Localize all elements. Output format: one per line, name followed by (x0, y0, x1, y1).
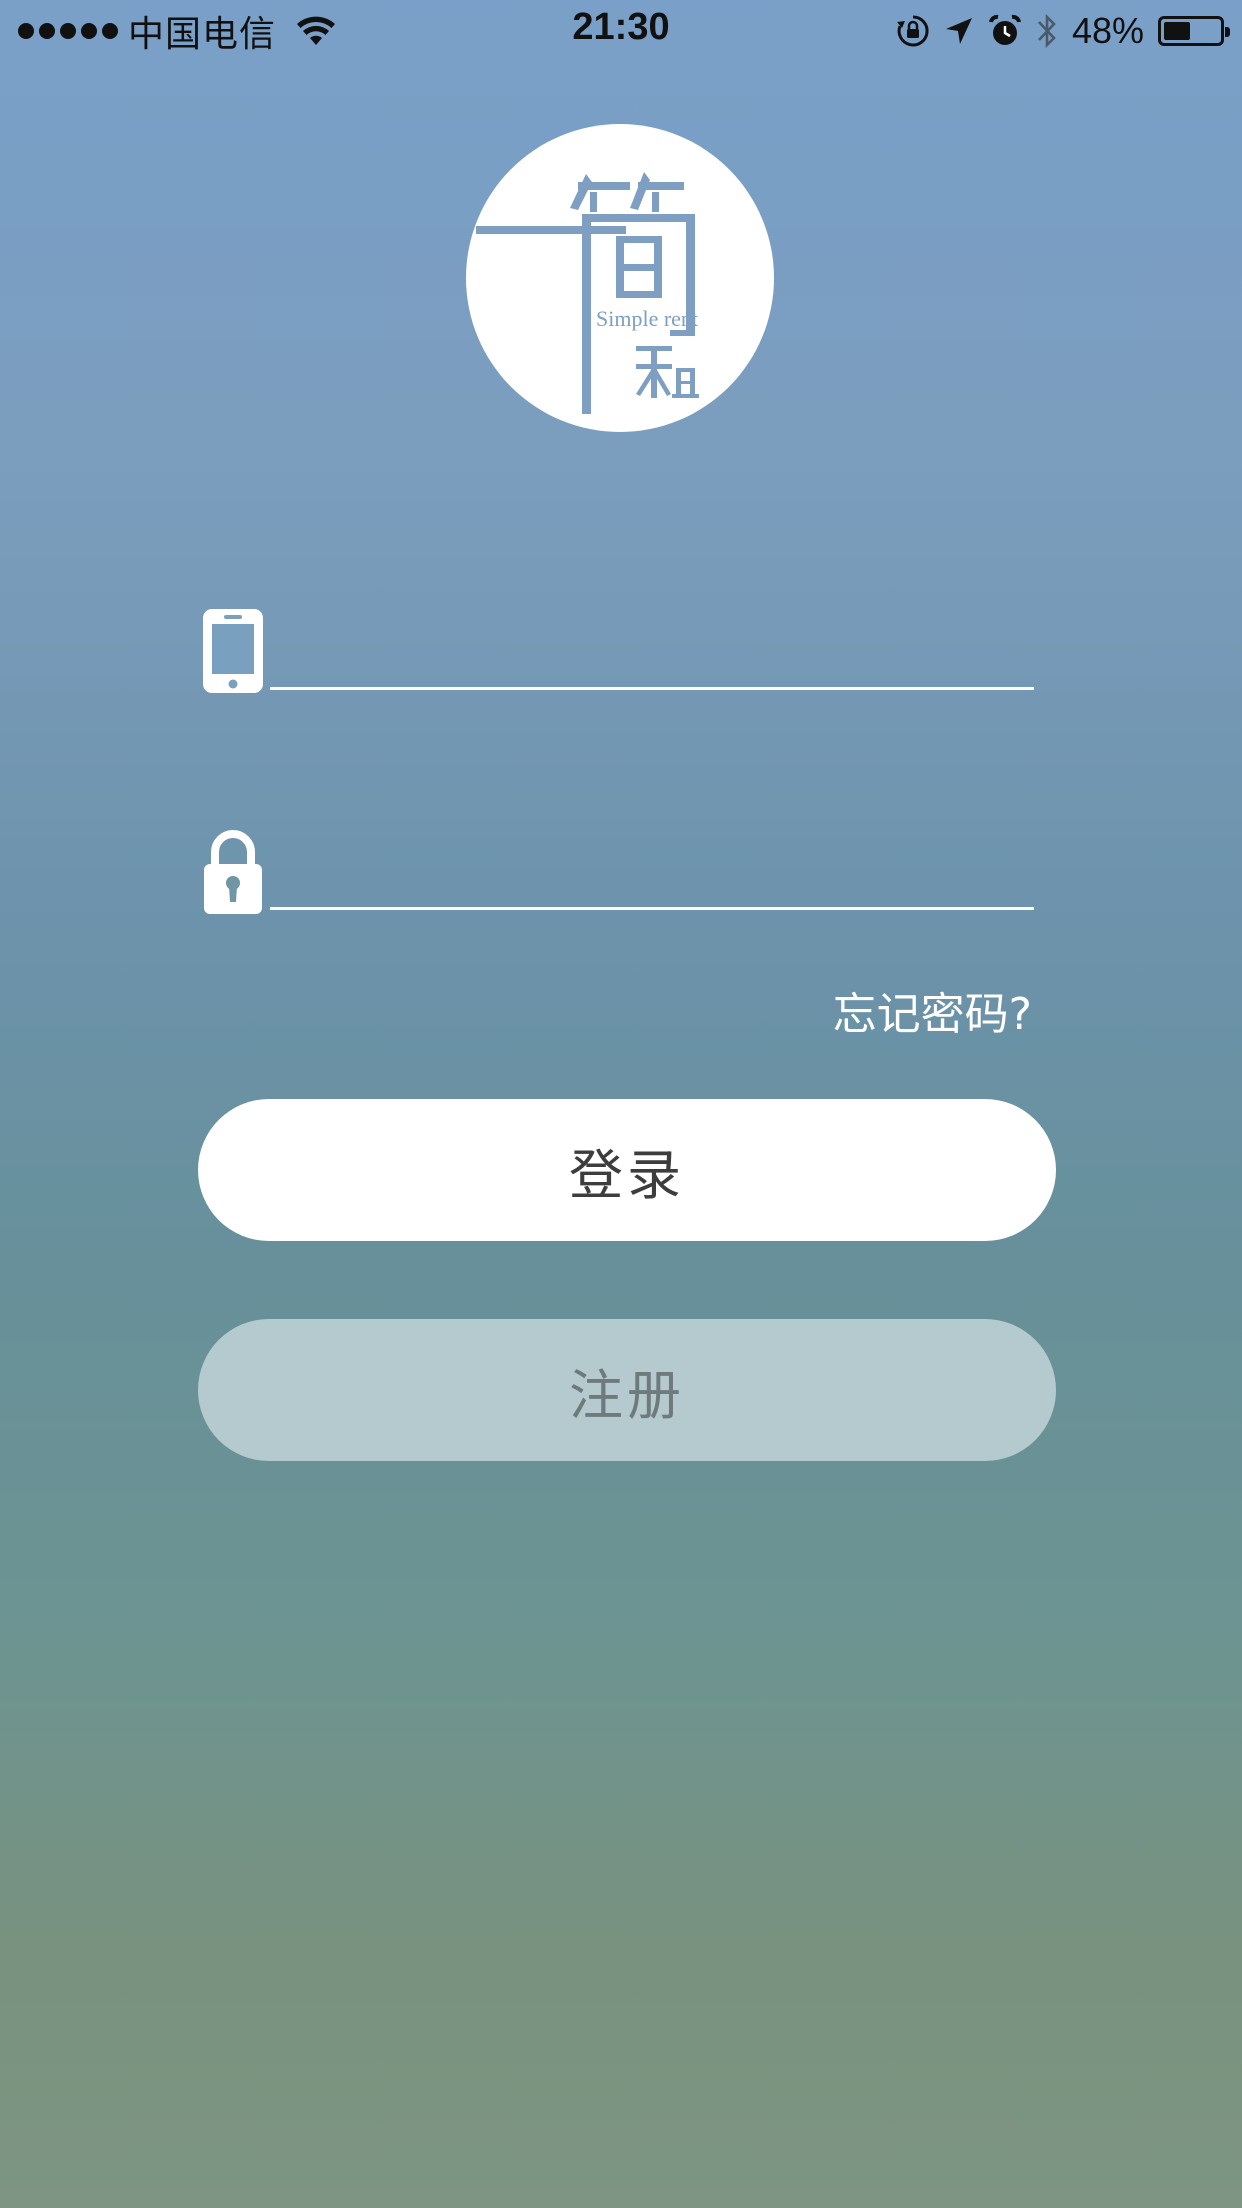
phone-icon (203, 609, 263, 693)
battery-icon (1158, 16, 1230, 46)
status-right: 48% (896, 8, 1230, 54)
alarm-icon (988, 14, 1021, 45)
register-button[interactable]: 注册 (198, 1319, 1056, 1461)
battery-cap (1225, 27, 1230, 37)
logo-text: Simple rent (596, 306, 699, 331)
login-button[interactable]: 登录 (198, 1099, 1056, 1241)
phone-input[interactable] (270, 614, 1034, 690)
status-bar: 中国电信 21:30 48% (0, 0, 1242, 62)
location-arrow-icon (945, 18, 972, 44)
bluetooth-icon (1037, 13, 1056, 49)
battery-fill (1164, 22, 1190, 40)
battery-percent: 48% (1071, 10, 1144, 51)
login-screen: 中国电信 21:30 48% Simple rent 忘记密码? 登录 注册 (0, 0, 1242, 2208)
password-input[interactable] (270, 834, 1034, 910)
logo-mark-icon (476, 172, 699, 414)
lock-icon (204, 830, 262, 914)
password-field-row (200, 826, 1036, 922)
forgot-password-link[interactable]: 忘记密码? (833, 978, 1032, 1042)
orientation-lock-icon (896, 15, 929, 47)
phone-field-row (200, 606, 1036, 702)
app-logo: Simple rent (466, 124, 774, 432)
